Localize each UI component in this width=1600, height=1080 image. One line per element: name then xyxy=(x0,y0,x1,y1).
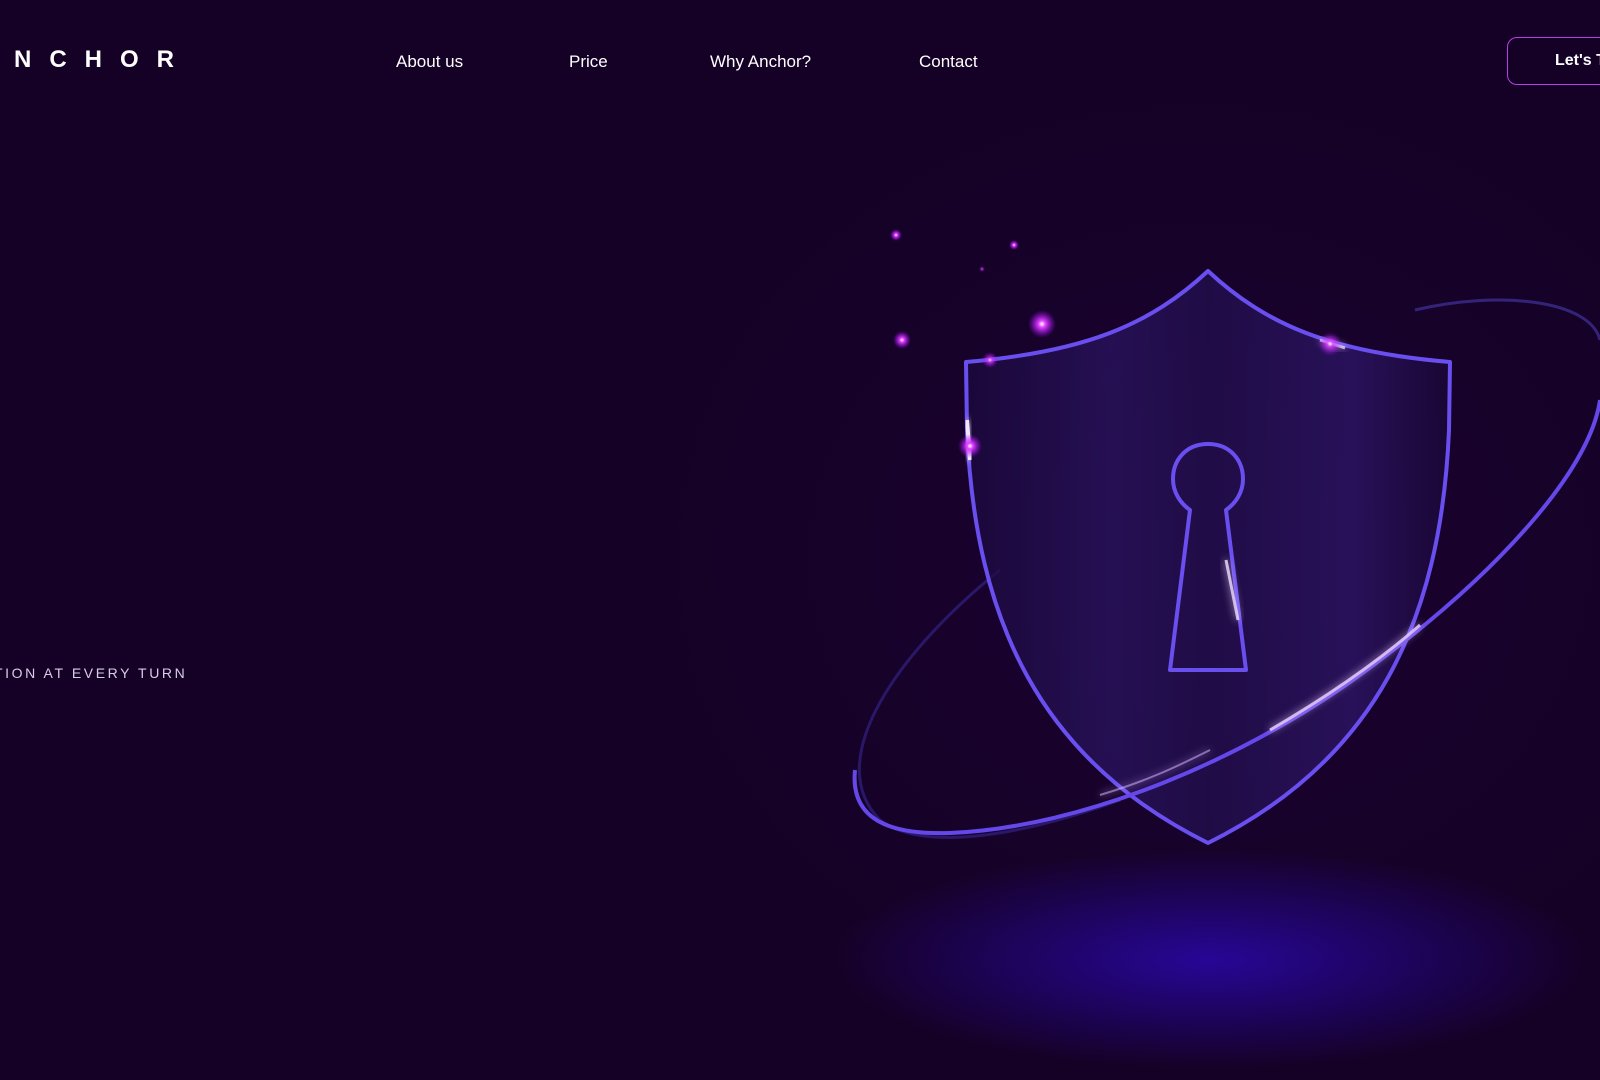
keyhole-shape xyxy=(1168,442,1248,672)
shield-shape xyxy=(964,269,1452,845)
nav-why-anchor[interactable]: Why Anchor? xyxy=(710,52,811,72)
brand-logo[interactable]: NCHOR xyxy=(14,46,192,74)
orbit-ring-top xyxy=(1414,298,1600,341)
lets-talk-button[interactable]: Let's T xyxy=(1507,37,1600,85)
shield-keyhole-icon xyxy=(852,229,1600,845)
landing-page: NCHOR About us Price Why Anchor? Contact… xyxy=(0,0,1600,1080)
orbit-ring-back xyxy=(858,568,1121,839)
nav-contact[interactable]: Contact xyxy=(919,52,978,72)
nav-price[interactable]: Price xyxy=(569,52,608,72)
orbit-ring-front xyxy=(852,399,1600,836)
hero-tagline: TION AT EVERY TURN xyxy=(0,665,188,681)
nav-about-us[interactable]: About us xyxy=(396,52,463,72)
